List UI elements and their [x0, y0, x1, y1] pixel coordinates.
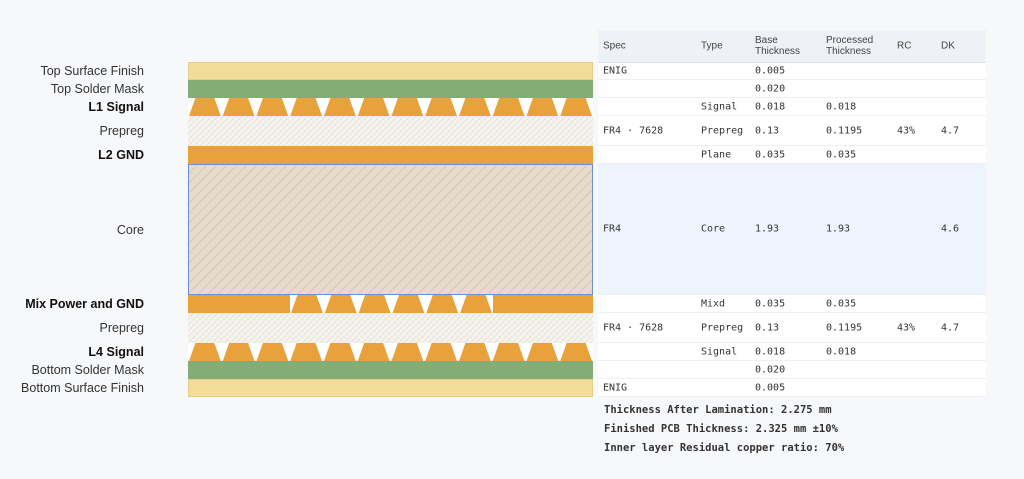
table-row[interactable]: ENIG 0.005 — [598, 62, 986, 80]
cell-type: Plane — [701, 149, 732, 160]
cell-base: 1.93 — [755, 223, 780, 235]
cell-type: Mixd — [701, 298, 726, 309]
layer-label: L1 Signal — [88, 100, 144, 114]
table-row[interactable]: Signal 0.018 0.018 — [598, 98, 986, 116]
cell-base: 0.005 — [755, 382, 786, 393]
cell-type: Prepreg — [701, 322, 744, 333]
table-row[interactable]: Signal 0.018 0.018 — [598, 343, 986, 361]
cell-processed: 0.035 — [826, 298, 857, 309]
cell-spec: FR4 · 7628 — [603, 125, 664, 136]
cell-base: 0.035 — [755, 298, 786, 309]
cell-processed: 0.018 — [826, 101, 857, 112]
header-rc: RC — [897, 40, 912, 52]
cell-base: 0.020 — [755, 364, 786, 375]
cell-base: 0.13 — [755, 322, 780, 333]
cell-base: 0.018 — [755, 101, 786, 112]
layer-label: Mix Power and GND — [25, 297, 144, 311]
copper-plane-right — [493, 295, 593, 313]
table-row[interactable]: Mixd 0.035 0.035 — [598, 295, 986, 313]
cell-type: Prepreg — [701, 125, 744, 136]
table-row[interactable]: 0.020 — [598, 80, 986, 98]
layer-label: Prepreg — [99, 124, 144, 138]
table-row[interactable]: Plane 0.035 0.035 — [598, 146, 986, 164]
layer-mask[interactable] — [188, 361, 593, 379]
layer-finish[interactable] — [188, 62, 593, 80]
cell-spec: FR4 — [603, 223, 622, 235]
header-type: Type — [701, 40, 723, 52]
header-base-thickness: Base Thickness — [755, 35, 801, 57]
cell-base: 0.020 — [755, 83, 786, 94]
cell-processed: 1.93 — [826, 223, 851, 235]
header-processed-thickness: Processed Thickness — [826, 35, 874, 57]
cell-type: Signal — [701, 101, 738, 112]
cell-dk: 4.6 — [941, 223, 960, 235]
header-spec: Spec — [603, 40, 626, 52]
summary-finished-thickness: Finished PCB Thickness: 2.325 mm ±10% — [604, 423, 838, 435]
cell-spec: ENIG — [603, 65, 628, 76]
layer-label: Core — [116, 222, 144, 237]
cell-processed: 0.018 — [826, 346, 857, 357]
layer-prepreg[interactable] — [188, 313, 593, 343]
header-dk: DK — [941, 40, 955, 52]
cell-processed: 0.035 — [826, 149, 857, 160]
layer-prepreg[interactable] — [188, 116, 593, 146]
stackup-diagram — [188, 0, 595, 479]
layer-finish[interactable] — [188, 379, 593, 397]
cell-type: Signal — [701, 346, 738, 357]
copper-plane-left — [188, 295, 290, 313]
layer-label: Bottom Surface Finish — [21, 381, 144, 395]
layer-signal[interactable] — [188, 98, 593, 116]
cell-base: 0.13 — [755, 125, 780, 136]
cell-processed: 0.1195 — [826, 125, 863, 136]
layer-label: L4 Signal — [88, 345, 144, 359]
cell-spec: FR4 · 7628 — [603, 322, 664, 333]
table-row[interactable]: FR4 · 7628 Prepreg 0.13 0.1195 43% 4.7 — [598, 313, 986, 343]
summary-lamination-thickness: Thickness After Lamination: 2.275 mm — [604, 404, 832, 416]
layer-signal[interactable] — [188, 343, 593, 361]
cell-base: 0.018 — [755, 346, 786, 357]
summary-residual-copper: Inner layer Residual copper ratio: 70% — [604, 442, 845, 454]
table-row[interactable]: FR4 · 7628 Prepreg 0.13 0.1195 43% 4.7 — [598, 116, 986, 146]
stackup-table: Spec Type Base Thickness Processed Thick… — [598, 30, 986, 397]
cell-rc: 43% — [897, 322, 916, 333]
cell-spec: ENIG — [603, 382, 628, 393]
cell-processed: 0.1195 — [826, 322, 863, 333]
layer-labels: Top Surface Finish Top Solder Mask L1 Sign… — [0, 0, 150, 479]
table-row[interactable]: ENIG 0.005 — [598, 379, 986, 397]
cell-dk: 4.7 — [941, 322, 960, 333]
layer-mask[interactable] — [188, 80, 593, 98]
table-row[interactable]: 0.020 — [598, 361, 986, 379]
cell-dk: 4.7 — [941, 125, 960, 136]
cell-base: 0.035 — [755, 149, 786, 160]
cell-rc: 43% — [897, 125, 916, 136]
layer-label: Top Surface Finish — [40, 64, 144, 78]
layer-core[interactable] — [188, 164, 593, 295]
layer-label: Bottom Solder Mask — [31, 363, 144, 377]
layer-label: Top Solder Mask — [50, 82, 144, 96]
table-header: Spec Type Base Thickness Processed Thick… — [598, 30, 986, 63]
table-row[interactable]: FR4 Core 1.93 1.93 4.6 — [598, 164, 986, 295]
cell-type: Core — [701, 223, 726, 235]
layer-mixed[interactable] — [188, 295, 593, 313]
cell-base: 0.005 — [755, 65, 786, 76]
layer-label: L2 GND — [98, 148, 144, 162]
layer-plane[interactable] — [188, 146, 593, 164]
layer-label: Prepreg — [99, 321, 144, 335]
